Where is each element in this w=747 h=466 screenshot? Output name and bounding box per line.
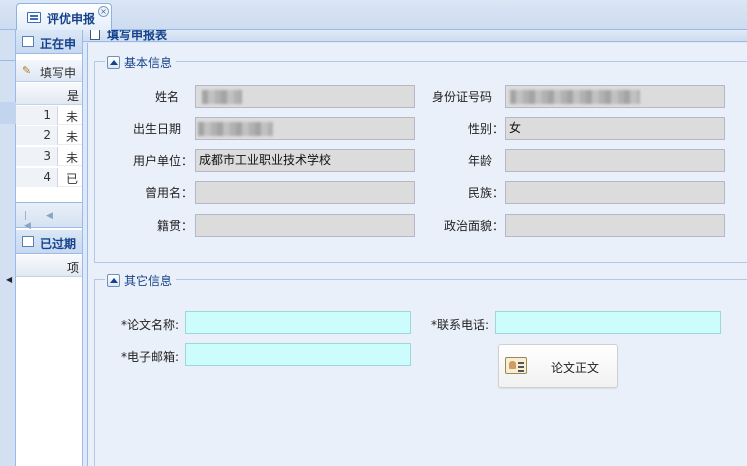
ethnic-label: 民族： [468,186,505,200]
idcard-field[interactable] [505,85,725,108]
basic-info-legend[interactable]: 基本信息 [105,54,177,71]
other-info-fieldset: 其它信息 *论文名称: *联系电话: *电子邮箱: [94,272,747,466]
table-row[interactable]: 4 已 [16,168,87,187]
paper-title-label: *论文名称: [121,318,180,332]
age-label: 年龄 [468,154,493,168]
panel-title: 正在申 [40,37,77,51]
collapse-arrow-icon[interactable]: ◀ [6,275,12,287]
ethnic-field[interactable] [505,181,725,204]
form-icon [27,12,41,23]
left-navigation-pane [0,30,16,466]
gender-label: 性别： [468,122,505,136]
native-place-label: 籍贯： [157,219,194,233]
close-icon[interactable]: × [98,6,109,17]
divider [0,60,16,61]
row-number: 2 [16,126,58,145]
column-header-label: 项 [67,261,80,275]
name-field[interactable] [195,85,415,108]
first-page-icon[interactable]: |◀ [24,211,32,231]
tab-award-application[interactable]: 评优申报 × [16,3,112,31]
form-title: 填写申报表 [107,30,168,42]
idcard-label: 身份证号码 [432,90,493,104]
gender-field[interactable]: 女 [505,117,725,140]
form-body: 基本信息 姓名 身份证号码 出生日期 性别： 女 用户单位： 成都市工业职业技术… [87,43,747,466]
email-label: *电子邮箱: [121,350,180,364]
table-row[interactable]: 2 未 [16,126,87,145]
grid-icon [22,36,34,47]
birthdate-label: 出生日期 [133,122,182,136]
former-name-field[interactable] [195,181,415,204]
redacted-blur [202,90,242,104]
redacted-blur [198,122,273,136]
fill-application-button[interactable]: 填写申 [40,64,76,81]
row-number: 3 [16,147,58,166]
pagination-toolbar: |◀ ◀ [16,202,87,231]
phone-input[interactable] [495,311,721,334]
basic-info-fieldset: 基本信息 姓名 身份证号码 出生日期 性别： 女 用户单位： 成都市工业职业技术… [94,54,747,263]
grid-icon [22,236,34,247]
panel-title: 已过期 [40,237,77,251]
paper-document-button[interactable]: 论文正文 [498,344,618,388]
tab-label: 评优申报 [47,12,96,26]
panel-header-active[interactable]: 正在申 [16,30,87,54]
grid-column-header[interactable]: 项 [16,255,87,277]
other-info-legend[interactable]: 其它信息 [105,272,177,289]
age-field[interactable] [505,149,725,172]
email-input[interactable] [185,343,411,366]
column-header-label: 是 [67,89,80,103]
form-icon [90,30,100,40]
prev-page-icon[interactable]: ◀ [46,211,54,221]
row-number: 4 [16,168,58,187]
birthdate-field[interactable] [195,117,415,140]
application-form-window: 填写申报表 基本信息 姓名 身份证号码 出生日期 性别： 女 用户单位： 成都市… [82,30,747,466]
table-row[interactable]: 1 未 [16,106,87,125]
paper-document-label: 论文正文 [551,361,600,375]
row-status: 未 [66,110,79,124]
document-icon [505,357,527,374]
row-status: 未 [66,151,79,165]
legend-text: 基本信息 [124,56,173,70]
native-place-field[interactable] [195,214,415,237]
political-status-label: 政治面貌： [444,219,505,233]
political-status-field[interactable] [505,214,725,237]
redacted-blur [510,90,640,104]
table-row[interactable]: 3 未 [16,147,87,166]
collapse-toggle-icon[interactable] [107,56,120,69]
tab-strip: 评优申报 × [0,0,747,31]
application-list-panel: 正在申 ✎ 填写申 是 1 未 2 未 3 未 4 已 |◀ ◀ 已过期 项 [16,30,88,466]
row-status: 已 [66,172,79,186]
grid-column-header[interactable]: 是 [16,83,87,105]
legend-text: 其它信息 [124,274,173,288]
phone-label: *联系电话: [431,318,490,332]
form-window-header: 填写申报表 [83,30,747,42]
pencil-icon: ✎ [22,64,32,77]
selected-nav-row[interactable] [0,102,16,124]
unit-label: 用户单位： [133,154,194,168]
collapse-toggle-icon[interactable] [107,274,120,287]
grid-toolbar: ✎ 填写申 [16,60,87,82]
name-label: 姓名 [155,90,180,104]
unit-field[interactable]: 成都市工业职业技术学校 [195,149,415,172]
former-name-label: 曾用名： [145,186,194,200]
row-number: 1 [16,106,58,125]
panel-header-expired[interactable]: 已过期 [16,230,87,254]
row-status: 未 [66,130,79,144]
paper-title-input[interactable] [185,311,411,334]
